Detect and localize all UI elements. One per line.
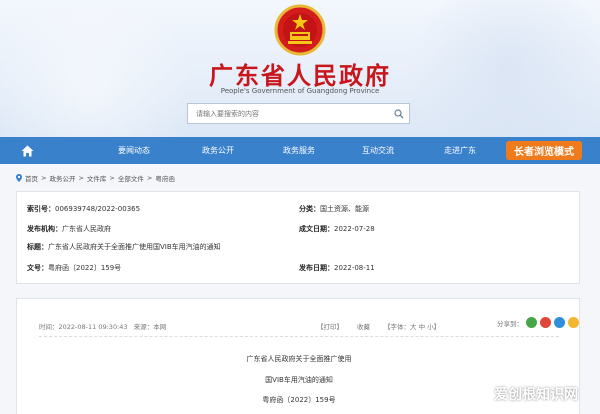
published-date-value: 2022-08-11: [334, 264, 375, 272]
site-title: 广东省人民政府: [209, 61, 391, 90]
created-date-row: 成文日期：2022-07-28: [299, 224, 375, 234]
qzone-share-icon[interactable]: [568, 317, 579, 328]
qq-share-icon[interactable]: [554, 317, 565, 328]
article-tools: 【打印】 收藏 【字体：大 中 小】: [317, 321, 440, 331]
watermark-text: 爱创根知识网: [494, 387, 578, 403]
search-bar: [187, 103, 410, 124]
category-label: 分类：: [299, 205, 320, 213]
share-bar: 分享到：: [497, 317, 579, 328]
document-number-value: 粤府函〔2022〕159号: [48, 264, 122, 272]
issuer-label: 发布机构：: [27, 225, 62, 233]
breadcrumb-separator: >: [78, 174, 84, 182]
category-value: 国土资源、能源: [320, 205, 369, 213]
breadcrumb-file-library[interactable]: 文件库: [87, 173, 107, 183]
created-date-label: 成文日期：: [299, 225, 334, 233]
search-icon[interactable]: [389, 104, 409, 123]
title-label: 标题：: [27, 243, 48, 251]
divider: [39, 336, 559, 337]
article-meta: 时间：2022-08-11 09:30:43 来源：本网: [39, 321, 166, 331]
index-number-label: 索引号：: [27, 205, 55, 213]
nav-item-about-guangdong[interactable]: 走进广东: [444, 145, 476, 156]
nav-item-gov-affairs[interactable]: 政务公开: [202, 145, 234, 156]
index-number-row: 索引号：006939748/2022-00365: [27, 204, 140, 214]
search-input[interactable]: [188, 104, 389, 123]
category-row: 分类：国土资源、能源: [299, 204, 369, 214]
index-number-value: 006939748/2022-00365: [55, 205, 141, 213]
breadcrumb-separator: >: [41, 174, 47, 182]
breadcrumb-separator: >: [109, 174, 115, 182]
breadcrumb-separator: >: [146, 174, 153, 182]
share-label: 分享到：: [497, 319, 523, 328]
article-time: 时间：2022-08-11 09:30:43: [39, 323, 128, 331]
article-source: 来源：本网: [133, 323, 167, 331]
wechat-share-icon[interactable]: [526, 317, 537, 328]
site-subtitle: People's Government of Guangdong Provinc…: [220, 87, 380, 95]
location-pin-icon: [16, 174, 22, 182]
elder-mode-button[interactable]: 长者浏览模式: [506, 141, 582, 160]
header-banner: 广东省人民政府 People's Government of Guangdong…: [0, 0, 600, 137]
title-value: 广东省人民政府关于全面推广使用国VIB车用汽油的通知: [48, 243, 221, 251]
breadcrumb-all-files[interactable]: 全部文件: [118, 173, 144, 183]
published-date-row: 发布日期：2022-08-11: [299, 263, 375, 273]
font-size-control[interactable]: 【字体：大 中 小】: [384, 321, 440, 331]
weibo-share-icon[interactable]: [540, 317, 551, 328]
print-button[interactable]: 【打印】: [317, 321, 343, 331]
published-date-label: 发布日期：: [299, 264, 334, 272]
document-number-label: 文号：: [27, 264, 48, 272]
breadcrumb: 首页 > 政务公开 > 文件库 > 全部文件 > 粤府函: [16, 173, 175, 183]
favorite-button[interactable]: 收藏: [357, 321, 370, 331]
nav-item-news[interactable]: 要闻动态: [118, 145, 150, 156]
breadcrumb-home[interactable]: 首页: [25, 173, 38, 183]
document-info-panel: 索引号：006939748/2022-00365 分类：国土资源、能源 发布机构…: [16, 191, 580, 284]
home-icon: [21, 145, 33, 156]
document-number-row: 文号：粤府函〔2022〕159号: [27, 263, 121, 273]
nav-item-services[interactable]: 政务服务: [283, 145, 315, 156]
nav-item-interaction[interactable]: 互动交流: [362, 145, 394, 156]
breadcrumb-category[interactable]: 粤府函: [155, 173, 175, 183]
issuer-value: 广东省人民政府: [62, 225, 111, 233]
home-nav-button[interactable]: [0, 137, 54, 164]
national-emblem-icon: [274, 4, 326, 56]
issuer-row: 发布机构：广东省人民政府: [27, 224, 111, 234]
created-date-value: 2022-07-28: [334, 225, 375, 233]
title-row: 标题：广东省人民政府关于全面推广使用国VIB车用汽油的通知: [27, 242, 221, 252]
article-title-line1: 广东省人民政府关于全面推广使用: [246, 355, 352, 363]
breadcrumb-gov-affairs[interactable]: 政务公开: [49, 173, 75, 183]
